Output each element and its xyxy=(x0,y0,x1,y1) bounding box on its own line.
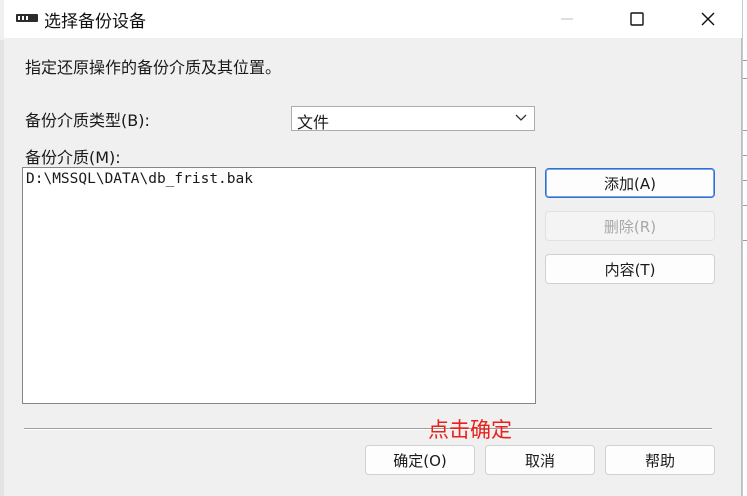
backup-media-type-select[interactable]: 文件 xyxy=(291,106,535,132)
remove-button[interactable]: 删除(R) xyxy=(545,211,715,241)
window-title: 选择备份设备 xyxy=(44,12,146,32)
chevron-down-icon xyxy=(515,114,527,121)
help-button[interactable]: 帮助 xyxy=(605,445,715,475)
maximize-button[interactable] xyxy=(614,0,660,38)
annotation-text: 点击确定 xyxy=(428,418,512,442)
minimize-icon xyxy=(561,18,573,20)
minimize-button[interactable] xyxy=(544,0,590,38)
add-button[interactable]: 添加(A) xyxy=(545,168,715,198)
background-window-edge-right xyxy=(742,0,747,496)
ok-button[interactable]: 确定(O) xyxy=(365,445,475,475)
divider xyxy=(24,428,712,430)
backup-media-type-value: 文件 xyxy=(297,113,330,132)
maximize-icon xyxy=(630,12,644,26)
backup-media-label: 备份介质(M): xyxy=(25,148,121,167)
backup-media-type-label: 备份介质类型(B): xyxy=(25,111,150,130)
drive-icon xyxy=(16,14,38,22)
list-item[interactable]: D:\MSSQL\DATA\db_frist.bak xyxy=(26,171,253,187)
cancel-button[interactable]: 取消 xyxy=(485,445,595,475)
close-button[interactable] xyxy=(685,0,731,38)
title-bar[interactable]: 选择备份设备 xyxy=(4,0,742,38)
backup-media-list[interactable]: D:\MSSQL\DATA\db_frist.bak xyxy=(22,167,536,404)
contents-button[interactable]: 内容(T) xyxy=(545,254,715,284)
close-icon xyxy=(701,12,715,26)
instruction-text: 指定还原操作的备份介质及其位置。 xyxy=(25,58,282,77)
select-backup-device-dialog: 选择备份设备 指定还原操作的备份介质及其位置。 备份介质类型(B): 文件 备份… xyxy=(4,0,742,496)
